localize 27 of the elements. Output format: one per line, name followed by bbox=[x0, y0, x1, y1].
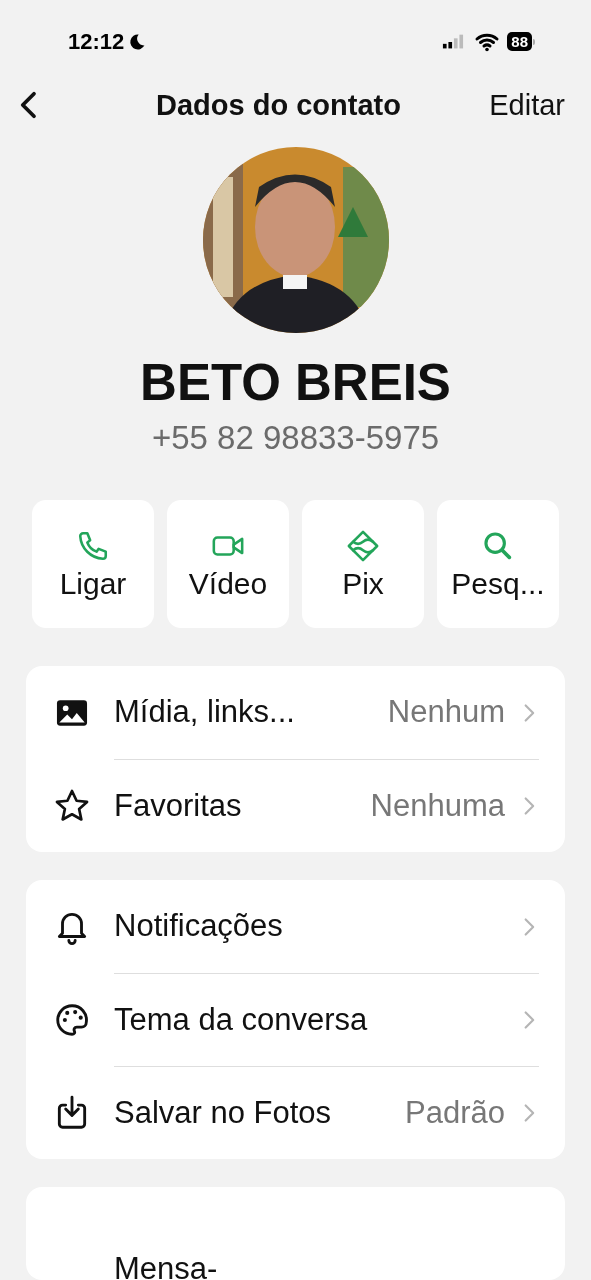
settings-row[interactable]: Notificações bbox=[26, 880, 565, 973]
row-value: Nenhum bbox=[387, 693, 505, 732]
diamond-icon bbox=[346, 529, 380, 563]
settings-row[interactable]: Salvar no Fotos Padrão bbox=[26, 1066, 565, 1159]
settings-row[interactable]: Mensa- bbox=[26, 1187, 565, 1280]
clock-time: 12:12 bbox=[68, 28, 125, 57]
action-button[interactable]: Ligar bbox=[32, 500, 154, 628]
settings-row[interactable]: Mídia, links... Nenhum bbox=[26, 666, 565, 759]
row-label: Favoritas bbox=[114, 786, 243, 825]
phone-icon bbox=[76, 529, 110, 563]
row-value: Padrão bbox=[405, 1093, 505, 1132]
row-label: Notificações bbox=[114, 907, 284, 946]
contact-name: BETO BREIS bbox=[139, 353, 452, 413]
row-label: Mídia, links... bbox=[114, 693, 296, 732]
settings-row[interactable]: Tema da conversa bbox=[26, 973, 565, 1066]
action-button[interactable]: Pesq... bbox=[437, 500, 559, 628]
row-value: Nenhuma bbox=[370, 786, 505, 825]
battery-level: 88 bbox=[507, 32, 532, 52]
action-button[interactable]: Pix bbox=[302, 500, 424, 628]
row-label: Tema da conversa bbox=[114, 1000, 369, 1039]
row-label: Mensa- bbox=[114, 1249, 219, 1280]
phone-number: +55 82 98833-5975 bbox=[150, 417, 441, 458]
action-button[interactable]: Vídeo bbox=[167, 500, 289, 628]
row-label: Salvar no Fotos bbox=[114, 1093, 333, 1132]
settings-row[interactable]: Favoritas Nenhuma bbox=[26, 759, 565, 852]
edit-button[interactable]: Editar bbox=[489, 83, 565, 127]
screen-title: Dados do contato bbox=[156, 87, 401, 123]
